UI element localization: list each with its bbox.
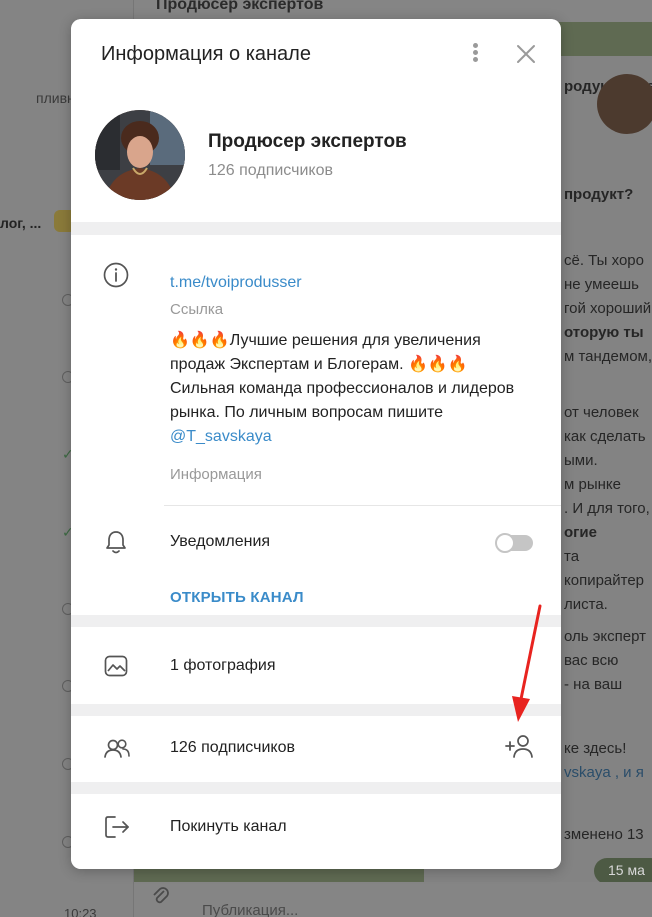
divider (164, 505, 561, 506)
dialog-header-section: Информация о канале Продюсер экспертов 1… (71, 19, 561, 222)
message-text-fragment: копирайтер (564, 572, 645, 589)
message-text-fragment: от человек (564, 404, 639, 421)
close-icon[interactable] (515, 43, 537, 65)
fire-emoji: 🔥🔥🔥 (170, 332, 230, 349)
fire-emoji: 🔥🔥🔥 (407, 356, 468, 373)
bell-icon (104, 529, 128, 555)
message-photo (597, 74, 652, 134)
leave-icon (103, 814, 129, 840)
channel-info-section: t.me/tvoiprodusser Ссылка 🔥🔥🔥Лучшие реше… (71, 235, 561, 615)
dialog-title: Информация о канале (101, 43, 311, 65)
message-text-fragment: вас всю (564, 652, 619, 669)
description-caption: Информация (170, 466, 262, 483)
message-text-fragment: продукт? (564, 186, 634, 203)
channel-avatar (95, 110, 185, 200)
message-text-fragment: . И для того, (564, 500, 650, 517)
channel-info-dialog: Информация о канале Продюсер экспертов 1… (71, 19, 561, 869)
message-text-fragment: оторую ты (564, 324, 644, 341)
message-text-fragment: ке здесь! (564, 740, 627, 757)
message-text-fragment: как сделать (564, 428, 646, 445)
subscribers-label: 126 подписчиков (170, 739, 295, 756)
open-channel-button[interactable]: ОТКРЫТЬ КАНАЛ (170, 589, 304, 606)
date-pill: 15 ма (594, 858, 652, 884)
message-text-fragment: сё. Ты хоро (564, 252, 644, 269)
message-text-fragment: vskaya , и я (564, 764, 644, 781)
photo-icon (103, 653, 129, 679)
message-text-fragment: зменено 13 (564, 826, 644, 843)
channel-subscriber-count: 126 подписчиков (208, 162, 333, 179)
channel-description: 🔥🔥🔥Лучшие решения для увеличения продаж … (170, 332, 515, 445)
message-text-fragment: оль эксперт (564, 628, 646, 645)
message-text-fragment: не умеешь (564, 276, 639, 293)
message-text-fragment: огие (564, 524, 597, 541)
notifications-toggle[interactable] (495, 533, 533, 553)
link-caption: Ссылка (170, 301, 224, 318)
users-icon (103, 736, 130, 762)
message-text-fragment: гой хороший (564, 300, 652, 317)
channel-name: Продюсер экспертов (208, 131, 407, 152)
chat-header-title: Продюсер экспертов (156, 0, 324, 13)
leave-channel-label: Покинуть канал (170, 818, 287, 835)
notifications-label: Уведомления (170, 533, 271, 550)
mention-link[interactable]: @T_savskaya (170, 428, 272, 445)
message-text-fragment: та (564, 548, 580, 565)
photos-row[interactable]: 1 фотография (71, 627, 561, 704)
info-icon (103, 262, 129, 288)
add-member-icon[interactable] (504, 732, 536, 762)
message-text-fragment: ыми. (564, 452, 598, 469)
message-text-fragment: - на ваш (564, 676, 623, 693)
sidebar-time: 10:23 (64, 906, 97, 917)
message-text-fragment: м рынке (564, 476, 621, 493)
message-text-fragment: м тандемом, (564, 348, 652, 365)
leave-channel-row[interactable]: Покинуть канал (71, 794, 561, 869)
composer-placeholder: Публикация... (202, 902, 299, 917)
composer: Публикация... (134, 882, 652, 917)
channel-link[interactable]: t.me/tvoiprodusser (170, 274, 302, 292)
toggle-knob (495, 533, 515, 553)
sidebar-fragment: лог, ... (0, 215, 42, 231)
photos-label: 1 фотография (170, 657, 276, 674)
more-options-icon[interactable] (469, 41, 481, 65)
subscribers-row[interactable]: 126 подписчиков (71, 716, 561, 782)
message-text-fragment: листа. (564, 596, 608, 613)
paperclip-icon (152, 886, 170, 913)
